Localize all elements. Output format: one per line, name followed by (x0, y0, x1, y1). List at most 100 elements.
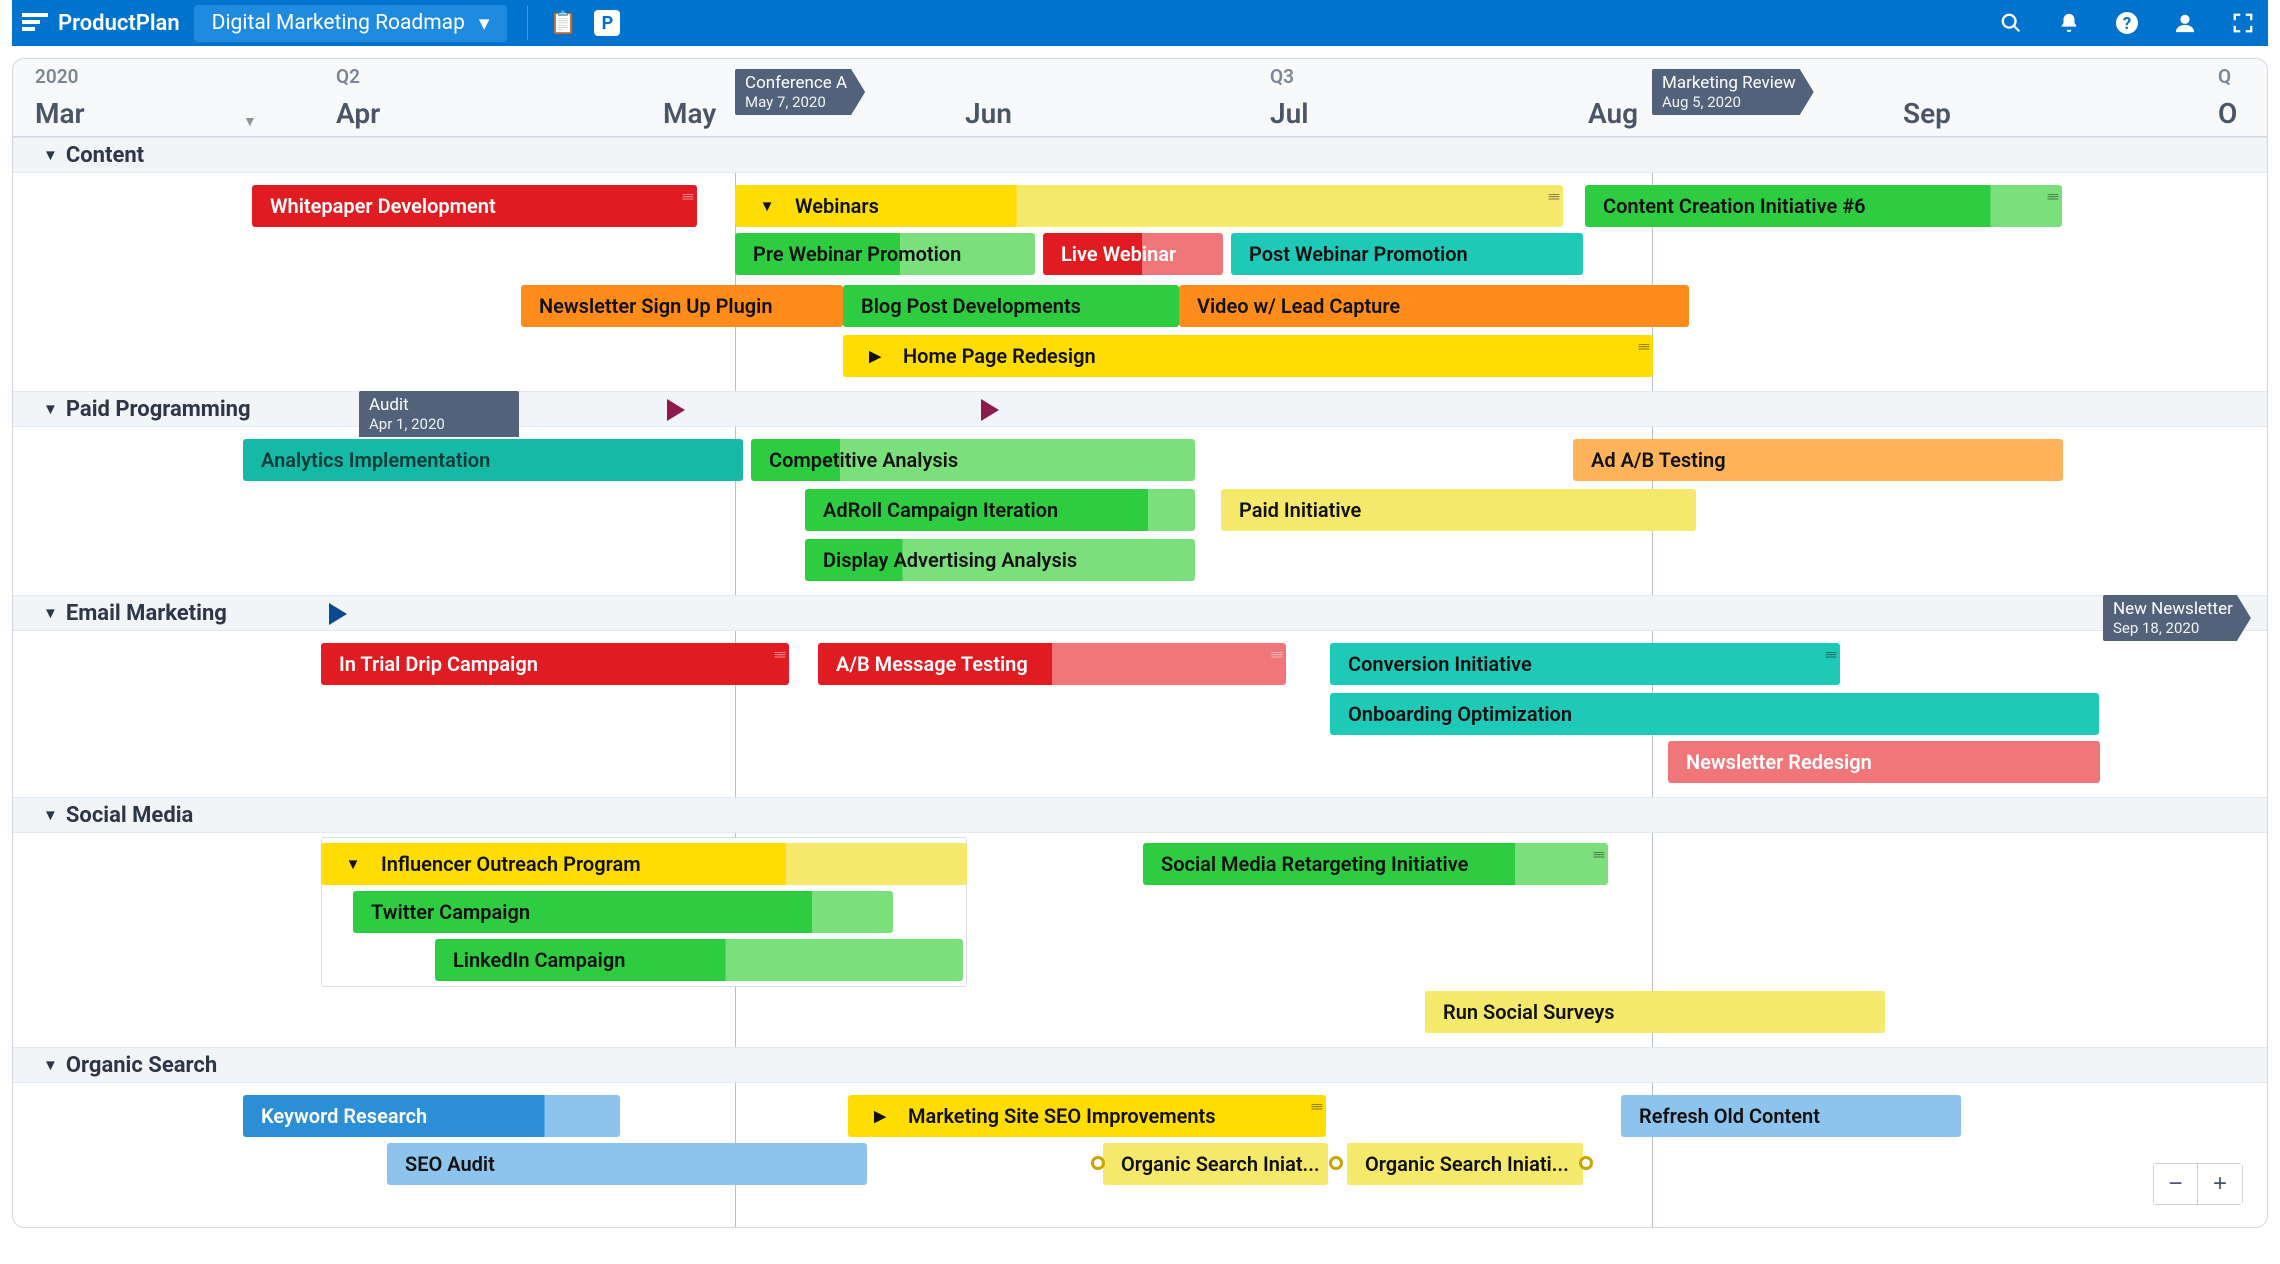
caret-down-icon: ▾ (479, 11, 490, 36)
grip-icon: ≡≡ (1825, 647, 1834, 663)
bar-display-adv[interactable]: Display Advertising Analysis (805, 539, 1195, 581)
bar-live-webinar[interactable]: Live Webinar (1043, 233, 1223, 275)
user-icon[interactable] (2170, 8, 2200, 38)
zoom-out-button[interactable]: − (2154, 1164, 2198, 1204)
lane-header-email[interactable]: ▼ Email Marketing (13, 595, 2267, 631)
bar-keyword[interactable]: Keyword Research (243, 1095, 620, 1137)
brand[interactable]: ProductPlan (22, 11, 180, 36)
chevron-down-icon: ▼ (43, 146, 58, 164)
bar-conversion[interactable]: Conversion Initiative≡≡ (1330, 643, 1840, 685)
bar-whitepaper[interactable]: Whitepaper Development≡≡ (252, 185, 697, 227)
zoom-in-button[interactable]: + (2198, 1164, 2242, 1204)
month-label[interactable]: Apr (336, 97, 380, 130)
bar-organic-1[interactable]: Organic Search Iniat... (1103, 1143, 1328, 1185)
bar-webinars[interactable]: ▼ Webinars≡≡ (735, 185, 1563, 227)
nav-right: ? (1996, 8, 2258, 38)
bar-seo-improvements[interactable]: ▶ Marketing Site SEO Improvements≡≡ (848, 1095, 1326, 1137)
bar-blog-posts[interactable]: Blog Post Developments (843, 285, 1179, 327)
month-label[interactable]: Mar (35, 97, 85, 130)
month-label[interactable]: Sep (1903, 97, 1951, 130)
expand-icon[interactable] (2228, 8, 2258, 38)
milestone-title: Conference A (745, 73, 847, 93)
bar-pre-webinar[interactable]: Pre Webinar Promotion (735, 233, 1035, 275)
bar-competitive[interactable]: Competitive Analysis (751, 439, 1195, 481)
chevron-right-icon: ▶ (866, 1104, 894, 1128)
clipboard-icon[interactable]: 📋 (548, 8, 578, 38)
chevron-down-icon: ▼ (43, 604, 58, 622)
chevron-down-icon: ▼ (339, 852, 367, 876)
parking-icon[interactable]: P (592, 8, 622, 38)
bar-adroll[interactable]: AdRoll Campaign Iteration (805, 489, 1195, 531)
diamond-marker-icon[interactable] (667, 399, 685, 421)
milestone-flag[interactable]: Marketing Review Aug 5, 2020 (1652, 69, 1814, 115)
chevron-down-icon: ▼ (753, 194, 781, 218)
month-label[interactable]: Aug (1588, 97, 1638, 130)
brand-label: ProductPlan (58, 11, 180, 36)
month-label[interactable]: Jul (1270, 97, 1309, 130)
lane-header-organic[interactable]: ▼ Organic Search (13, 1047, 2267, 1083)
bar-onboarding[interactable]: Onboarding Optimization (1330, 693, 2099, 735)
diamond-marker-icon[interactable] (981, 399, 999, 421)
roadmap-selector[interactable]: Digital Marketing Roadmap ▾ (194, 5, 508, 42)
bar-video-lead[interactable]: Video w/ Lead Capture (1179, 285, 1689, 327)
bar-newsletter-redesign[interactable]: Newsletter Redesign (1668, 741, 2100, 783)
chevron-down-icon: ▼ (43, 1056, 58, 1074)
link-dot-icon[interactable] (1329, 1156, 1343, 1170)
svg-text:?: ? (2123, 14, 2131, 34)
bar-surveys[interactable]: Run Social Surveys (1425, 991, 1885, 1033)
chevron-down-icon: ▼ (43, 806, 58, 824)
milestone-date: Aug 5, 2020 (1662, 93, 1796, 111)
lane-title: Organic Search (66, 1053, 217, 1078)
milestone-flag[interactable]: New Newsletter Sep 18, 2020 (2103, 595, 2251, 641)
bar-drip[interactable]: In Trial Drip Campaign≡≡ (321, 643, 789, 685)
grip-icon: ≡≡ (2047, 189, 2056, 205)
bell-icon[interactable] (2054, 8, 2084, 38)
bar-organic-2[interactable]: Organic Search Iniati... (1347, 1143, 1583, 1185)
chevron-down-icon: ▼ (43, 400, 58, 418)
lane-title: Content (66, 143, 144, 168)
lane-header-content[interactable]: ▼ Content (13, 137, 2267, 173)
month-label[interactable]: Jun (965, 97, 1012, 130)
bar-ad-ab[interactable]: Ad A/B Testing (1573, 439, 2063, 481)
grip-icon: ≡≡ (774, 647, 783, 663)
month-caret-icon[interactable]: ▼ (243, 113, 257, 130)
year-label: 2020 (35, 65, 78, 88)
lane-title: Social Media (66, 803, 193, 828)
lane-header-social[interactable]: ▼ Social Media (13, 797, 2267, 833)
quarter-label: Q2 (336, 65, 360, 88)
milestone-date: Apr 1, 2020 (369, 415, 509, 433)
diamond-marker-icon[interactable] (329, 603, 347, 625)
p-badge: P (594, 10, 620, 36)
top-nav: ProductPlan Digital Marketing Roadmap ▾ … (12, 0, 2268, 46)
grip-icon: ≡≡ (1271, 647, 1280, 663)
bar-seo-audit[interactable]: SEO Audit (387, 1143, 867, 1185)
quarter-label: Q (2218, 65, 2231, 88)
help-icon[interactable]: ? (2112, 8, 2142, 38)
link-dot-icon[interactable] (1579, 1156, 1593, 1170)
bar-twitter[interactable]: Twitter Campaign (353, 891, 893, 933)
bar-newsletter-plugin[interactable]: Newsletter Sign Up Plugin (521, 285, 843, 327)
bar-analytics[interactable]: Analytics Implementation (243, 439, 743, 481)
lane-header-paid[interactable]: ▼ Paid Programming (13, 391, 2267, 427)
grip-icon: ≡≡ (1593, 847, 1602, 863)
bar-homepage-redesign[interactable]: ▶ Home Page Redesign≡≡ (843, 335, 1653, 377)
month-label[interactable]: O (2218, 97, 2237, 130)
link-dot-icon[interactable] (1091, 1156, 1105, 1170)
quarter-label: Q3 (1270, 65, 1294, 88)
bar-post-webinar[interactable]: Post Webinar Promotion (1231, 233, 1583, 275)
bar-refresh-content[interactable]: Refresh Old Content (1621, 1095, 1961, 1137)
milestone-audit[interactable]: Audit Apr 1, 2020 (359, 391, 519, 437)
nav-divider (527, 6, 528, 40)
lane-title: Email Marketing (66, 601, 227, 626)
bar-retarget[interactable]: Social Media Retargeting Initiative≡≡ (1143, 843, 1608, 885)
milestone-date: May 7, 2020 (745, 93, 847, 111)
milestone-flag[interactable]: Conference A May 7, 2020 (735, 69, 865, 115)
bar-content-initiative[interactable]: Content Creation Initiative #6≡≡ (1585, 185, 2062, 227)
search-icon[interactable] (1996, 8, 2026, 38)
bar-linkedin[interactable]: LinkedIn Campaign (435, 939, 963, 981)
bar-paid-initiative[interactable]: Paid Initiative (1221, 489, 1696, 531)
month-label[interactable]: May (663, 97, 716, 130)
bar-ab-msg[interactable]: A/B Message Testing≡≡ (818, 643, 1286, 685)
milestone-title: Marketing Review (1662, 73, 1796, 93)
bar-influencer[interactable]: ▼ Influencer Outreach Program (321, 843, 967, 885)
